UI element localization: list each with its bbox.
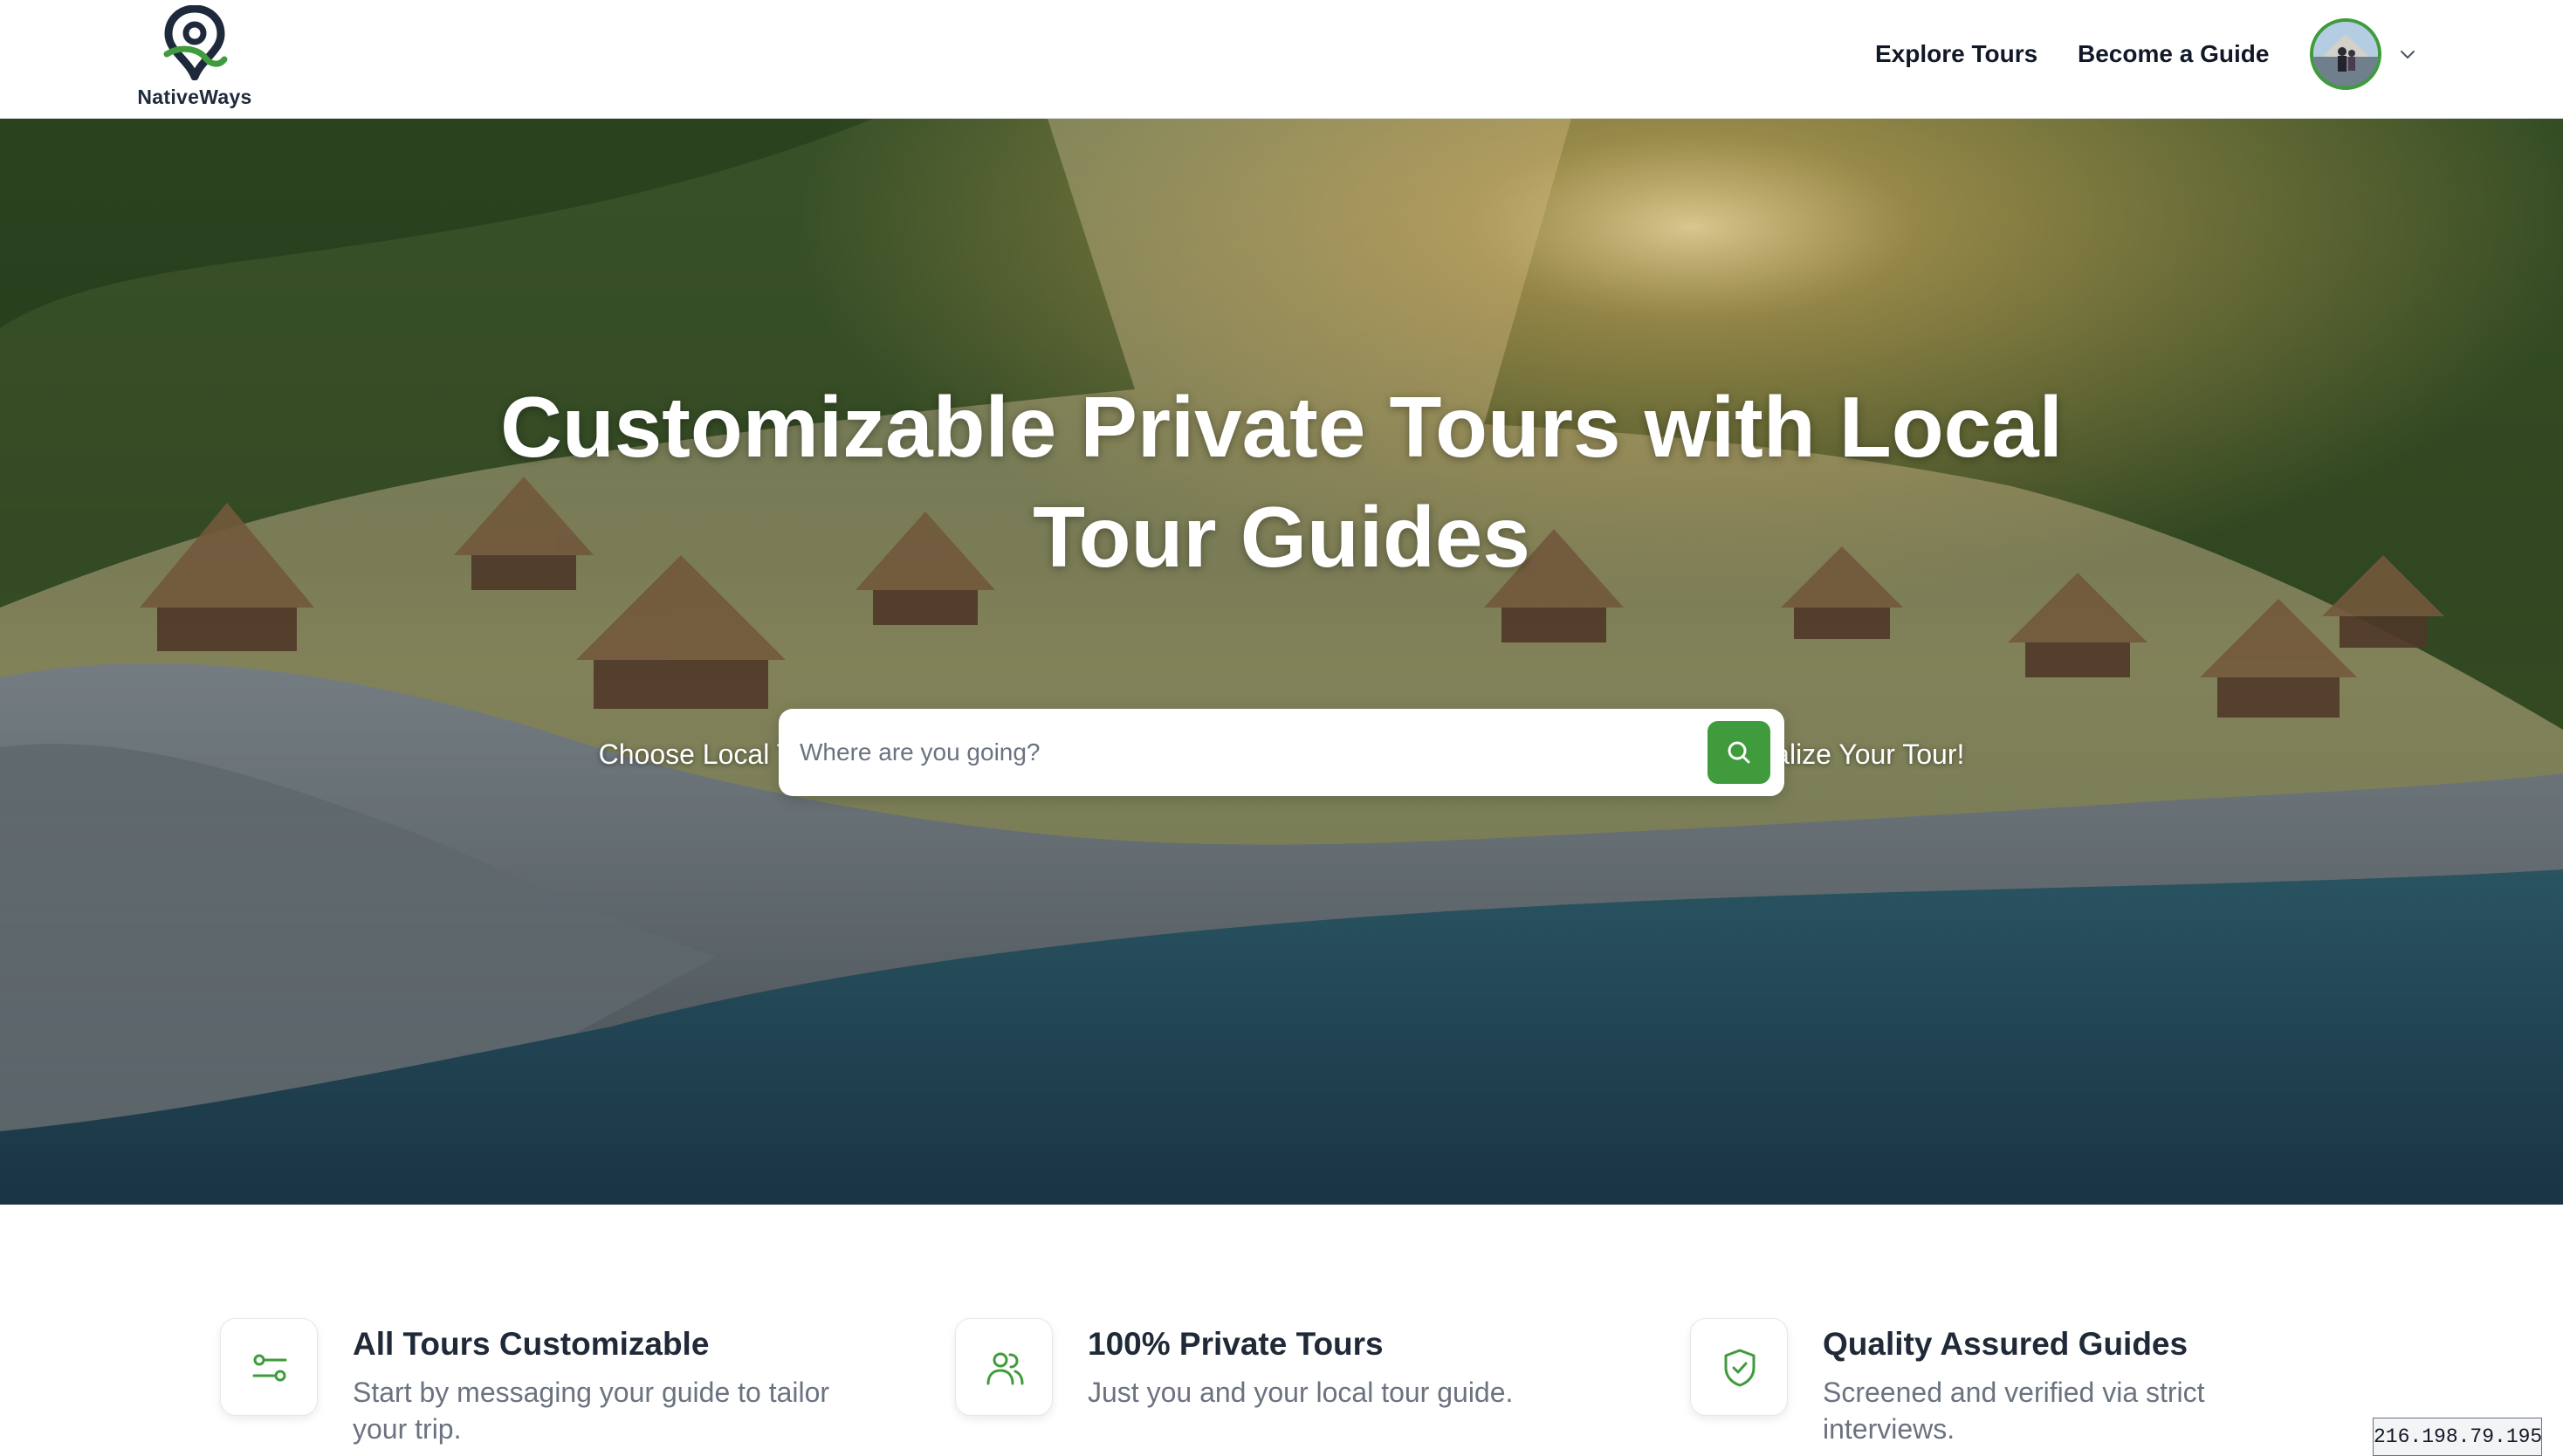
- feature-icon-box: [220, 1318, 318, 1416]
- ip-address-badge: 216.198.79.195: [2373, 1418, 2542, 1456]
- nav-become-a-guide[interactable]: Become a Guide: [2078, 37, 2269, 72]
- chevron-down-icon[interactable]: [2397, 44, 2418, 65]
- logo-link[interactable]: NativeWays: [131, 5, 258, 110]
- feature-description: Just you and your local tour guide.: [1088, 1377, 1514, 1408]
- shield-check-icon: [1724, 1349, 1756, 1387]
- feature-title: Quality Assured Guides: [1823, 1326, 2189, 1362]
- feature-description: Screened and verified via strict intervi…: [1823, 1377, 2205, 1445]
- nav-explore-tours[interactable]: Explore Tours: [1875, 37, 2037, 72]
- hero-overlay: [0, 119, 2563, 1205]
- feature-icon-box: [1690, 1318, 1788, 1416]
- destination-search-input[interactable]: [800, 726, 1673, 779]
- users-icon: [986, 1352, 1024, 1385]
- page: NativeWays Explore Tours Become a Guide: [0, 0, 2563, 1456]
- hero-section: Customizable Private Tours with Local To…: [0, 119, 2563, 1205]
- site-header: NativeWays Explore Tours Become a Guide: [0, 0, 2563, 119]
- feature-private-tours: 100% Private Tours Just you and your loc…: [955, 1318, 1601, 1456]
- feature-description: Start by messaging your guide to tailor …: [353, 1377, 830, 1445]
- feature-quality-guides: Quality Assured Guides Screened and veri…: [1690, 1318, 2336, 1456]
- feature-title: All Tours Customizable: [353, 1326, 710, 1362]
- sliders-icon: [252, 1354, 287, 1382]
- hero-title: Customizable Private Tours with Local To…: [500, 379, 2063, 585]
- feature-icon-box: [955, 1318, 1053, 1416]
- search-button[interactable]: [1708, 721, 1770, 784]
- destination-search-bar: [779, 709, 1784, 796]
- nativeways-logo-icon: [163, 5, 228, 80]
- avatar-photo-icon: [2313, 22, 2378, 86]
- logo-text: NativeWays: [137, 86, 252, 108]
- user-avatar[interactable]: [2310, 18, 2381, 90]
- feature-title: 100% Private Tours: [1088, 1326, 1384, 1362]
- search-icon: [1728, 741, 1750, 764]
- feature-customizable: All Tours Customizable Start by messagin…: [220, 1318, 866, 1456]
